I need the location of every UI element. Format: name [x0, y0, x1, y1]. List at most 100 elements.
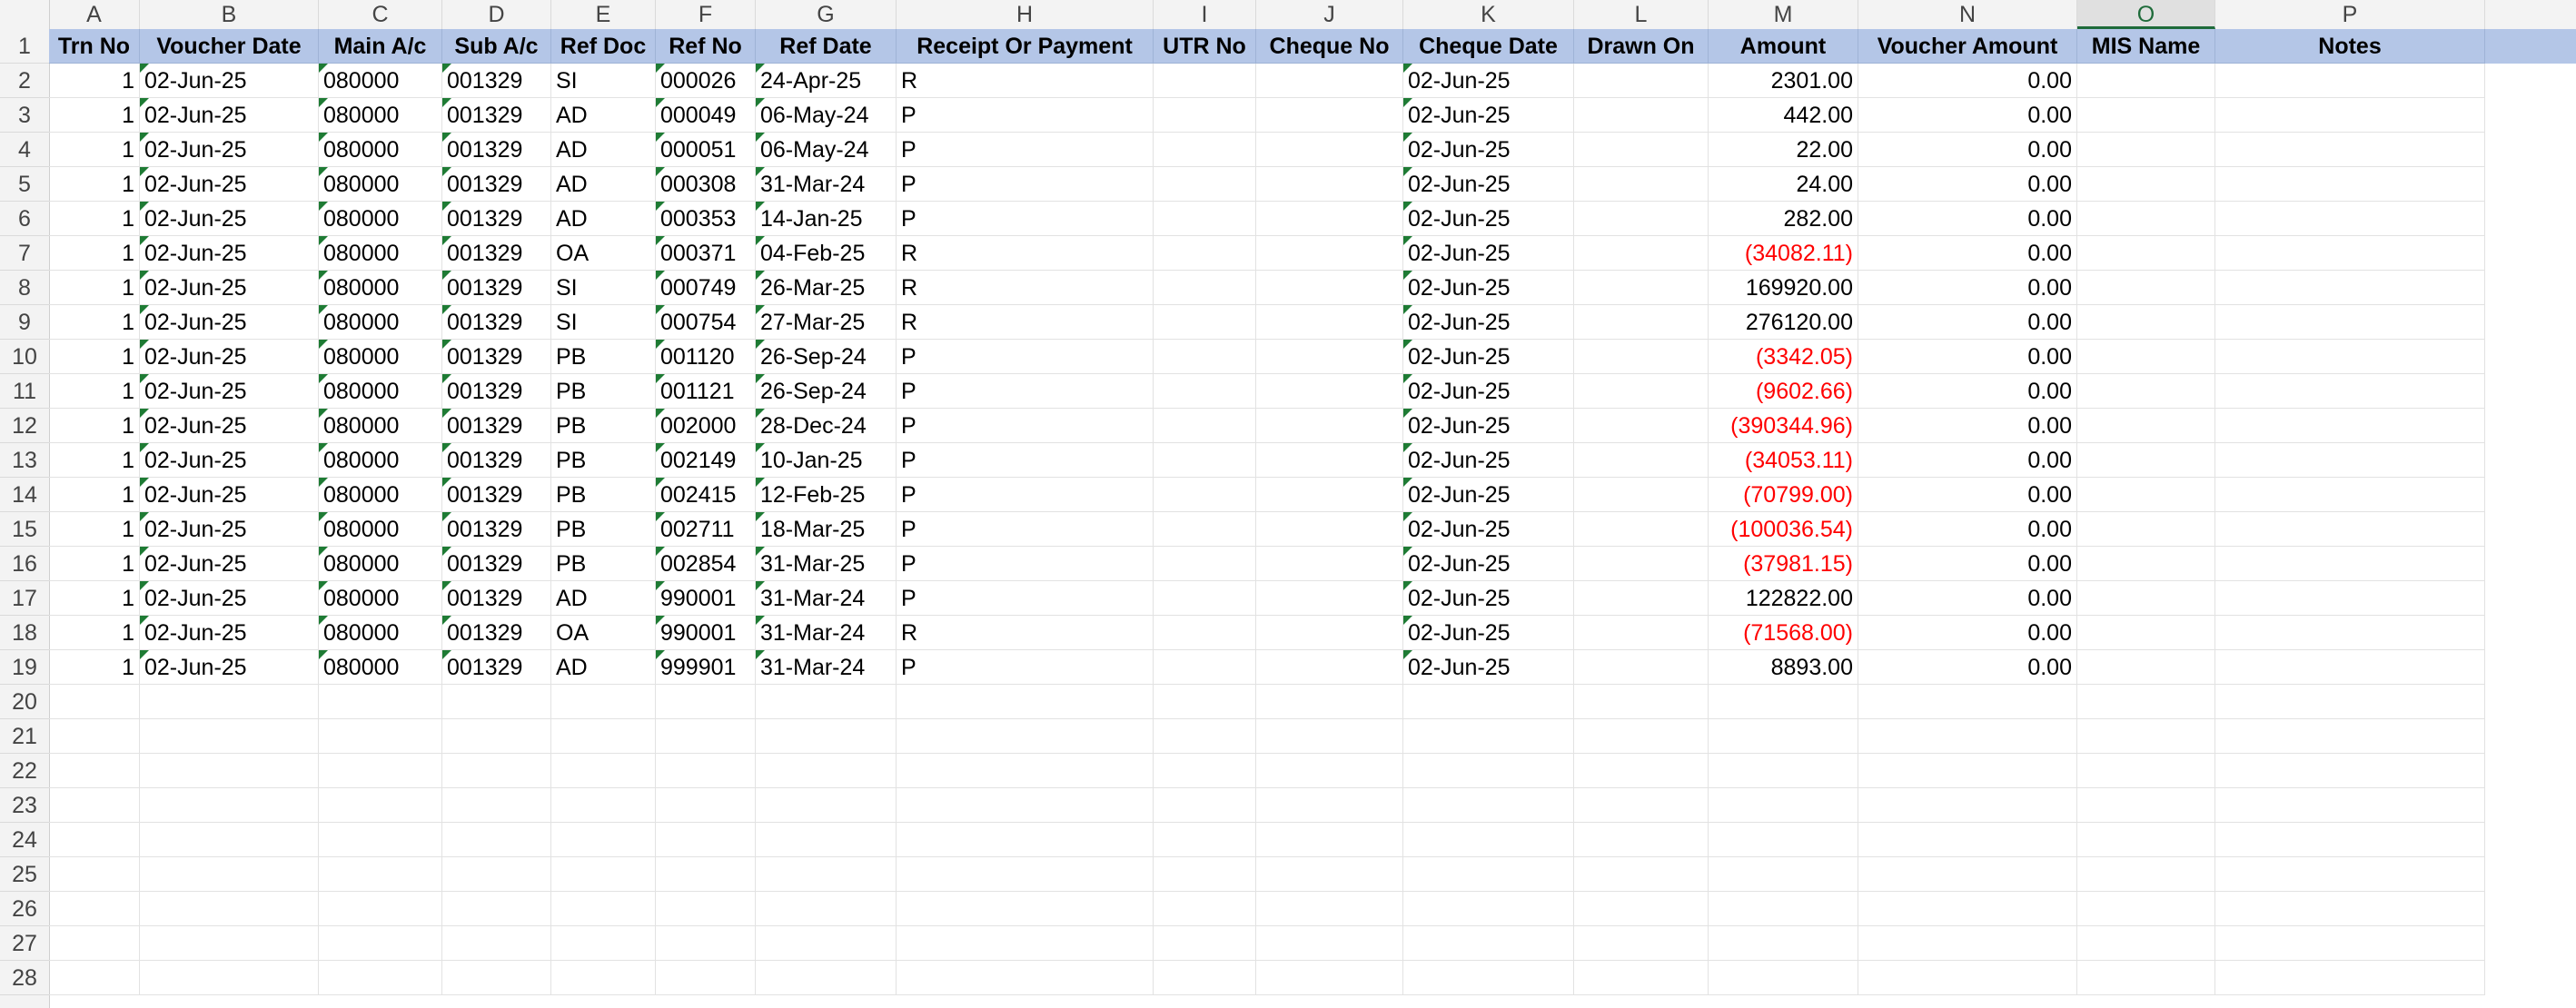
row-header-18[interactable]: 18	[0, 616, 49, 650]
cell-b[interactable]: 02-Jun-25	[140, 478, 319, 512]
cell-m[interactable]	[1709, 788, 1858, 823]
cell-m[interactable]: (390344.96)	[1709, 409, 1858, 443]
cell-k[interactable]	[1403, 926, 1574, 961]
cell-f[interactable]	[656, 926, 756, 961]
header-cell-ref-date[interactable]: Ref Date	[756, 29, 897, 64]
cell-f[interactable]	[656, 823, 756, 857]
cell-e[interactable]: PB	[551, 512, 656, 547]
cell-n[interactable]: 0.00	[1858, 478, 2077, 512]
cell-c[interactable]	[319, 823, 442, 857]
cell-n[interactable]: 0.00	[1858, 616, 2077, 650]
cell-a[interactable]: 1	[49, 64, 140, 98]
cell-l[interactable]	[1574, 512, 1709, 547]
cell-k[interactable]: 02-Jun-25	[1403, 650, 1574, 685]
cell-p[interactable]	[2215, 305, 2485, 340]
cell-g[interactable]: 31-Mar-24	[756, 167, 897, 202]
cell-g[interactable]	[756, 823, 897, 857]
cell-o[interactable]	[2077, 650, 2215, 685]
cell-h[interactable]: P	[897, 650, 1154, 685]
cell-m[interactable]: 2301.00	[1709, 64, 1858, 98]
cell-h[interactable]	[897, 685, 1154, 719]
header-cell-sub-a-c[interactable]: Sub A/c	[442, 29, 551, 64]
cell-m[interactable]	[1709, 892, 1858, 926]
cell-d[interactable]: 001329	[442, 340, 551, 374]
cell-c[interactable]	[319, 754, 442, 788]
row-header-19[interactable]: 19	[0, 650, 49, 685]
cell-a[interactable]: 1	[49, 167, 140, 202]
cell-j[interactable]	[1256, 340, 1403, 374]
cell-e[interactable]	[551, 754, 656, 788]
row-header-4[interactable]: 4	[0, 133, 49, 167]
cell-a[interactable]	[49, 754, 140, 788]
cell-n[interactable]	[1858, 719, 2077, 754]
cell-p[interactable]	[2215, 581, 2485, 616]
cell-l[interactable]	[1574, 857, 1709, 892]
cell-o[interactable]	[2077, 236, 2215, 271]
cell-j[interactable]	[1256, 650, 1403, 685]
cell-n[interactable]	[1858, 823, 2077, 857]
cell-a[interactable]	[49, 788, 140, 823]
cell-h[interactable]: P	[897, 547, 1154, 581]
row-header-7[interactable]: 7	[0, 236, 49, 271]
cell-h[interactable]	[897, 788, 1154, 823]
cell-c[interactable]: 080000	[319, 409, 442, 443]
cell-p[interactable]	[2215, 98, 2485, 133]
cell-d[interactable]	[442, 719, 551, 754]
cell-o[interactable]	[2077, 271, 2215, 305]
header-cell-receipt-or-payment[interactable]: Receipt Or Payment	[897, 29, 1154, 64]
cell-f[interactable]	[656, 719, 756, 754]
cell-b[interactable]: 02-Jun-25	[140, 271, 319, 305]
cell-m[interactable]: (9602.66)	[1709, 374, 1858, 409]
cell-o[interactable]	[2077, 98, 2215, 133]
cell-o[interactable]	[2077, 685, 2215, 719]
cell-j[interactable]	[1256, 478, 1403, 512]
cell-j[interactable]	[1256, 64, 1403, 98]
cell-i[interactable]	[1154, 650, 1256, 685]
cell-k[interactable]: 02-Jun-25	[1403, 133, 1574, 167]
cell-d[interactable]: 001329	[442, 478, 551, 512]
cell-j[interactable]	[1256, 133, 1403, 167]
cell-b[interactable]	[140, 719, 319, 754]
cell-m[interactable]: (71568.00)	[1709, 616, 1858, 650]
cell-p[interactable]	[2215, 685, 2485, 719]
column-header-j[interactable]: J	[1256, 0, 1403, 29]
cell-j[interactable]	[1256, 374, 1403, 409]
cell-e[interactable]	[551, 788, 656, 823]
cell-l[interactable]	[1574, 616, 1709, 650]
cell-d[interactable]: 001329	[442, 650, 551, 685]
cell-p[interactable]	[2215, 823, 2485, 857]
cell-i[interactable]	[1154, 340, 1256, 374]
cell-d[interactable]: 001329	[442, 271, 551, 305]
row-header-20[interactable]: 20	[0, 685, 49, 719]
cell-g[interactable]	[756, 788, 897, 823]
cell-h[interactable]: P	[897, 98, 1154, 133]
cell-n[interactable]: 0.00	[1858, 443, 2077, 478]
cell-e[interactable]	[551, 926, 656, 961]
header-cell-amount[interactable]: Amount	[1709, 29, 1858, 64]
column-header-p[interactable]: P	[2215, 0, 2485, 29]
cell-p[interactable]	[2215, 64, 2485, 98]
cell-e[interactable]: OA	[551, 236, 656, 271]
cell-c[interactable]: 080000	[319, 64, 442, 98]
cell-d[interactable]: 001329	[442, 167, 551, 202]
cell-n[interactable]: 0.00	[1858, 409, 2077, 443]
cell-c[interactable]: 080000	[319, 581, 442, 616]
column-header-m[interactable]: M	[1709, 0, 1858, 29]
cell-n[interactable]	[1858, 926, 2077, 961]
cell-m[interactable]: 276120.00	[1709, 305, 1858, 340]
header-cell-trn-no[interactable]: Trn No	[49, 29, 140, 64]
cell-j[interactable]	[1256, 857, 1403, 892]
cell-e[interactable]: PB	[551, 374, 656, 409]
column-header-g[interactable]: G	[756, 0, 897, 29]
cell-g[interactable]: 06-May-24	[756, 133, 897, 167]
cell-d[interactable]: 001329	[442, 616, 551, 650]
cell-l[interactable]	[1574, 167, 1709, 202]
cell-i[interactable]	[1154, 98, 1256, 133]
cell-n[interactable]: 0.00	[1858, 512, 2077, 547]
cell-f[interactable]: 000049	[656, 98, 756, 133]
cell-h[interactable]: P	[897, 581, 1154, 616]
header-cell-main-a-c[interactable]: Main A/c	[319, 29, 442, 64]
header-cell-cheque-no[interactable]: Cheque No	[1256, 29, 1403, 64]
cell-g[interactable]	[756, 926, 897, 961]
cell-i[interactable]	[1154, 64, 1256, 98]
